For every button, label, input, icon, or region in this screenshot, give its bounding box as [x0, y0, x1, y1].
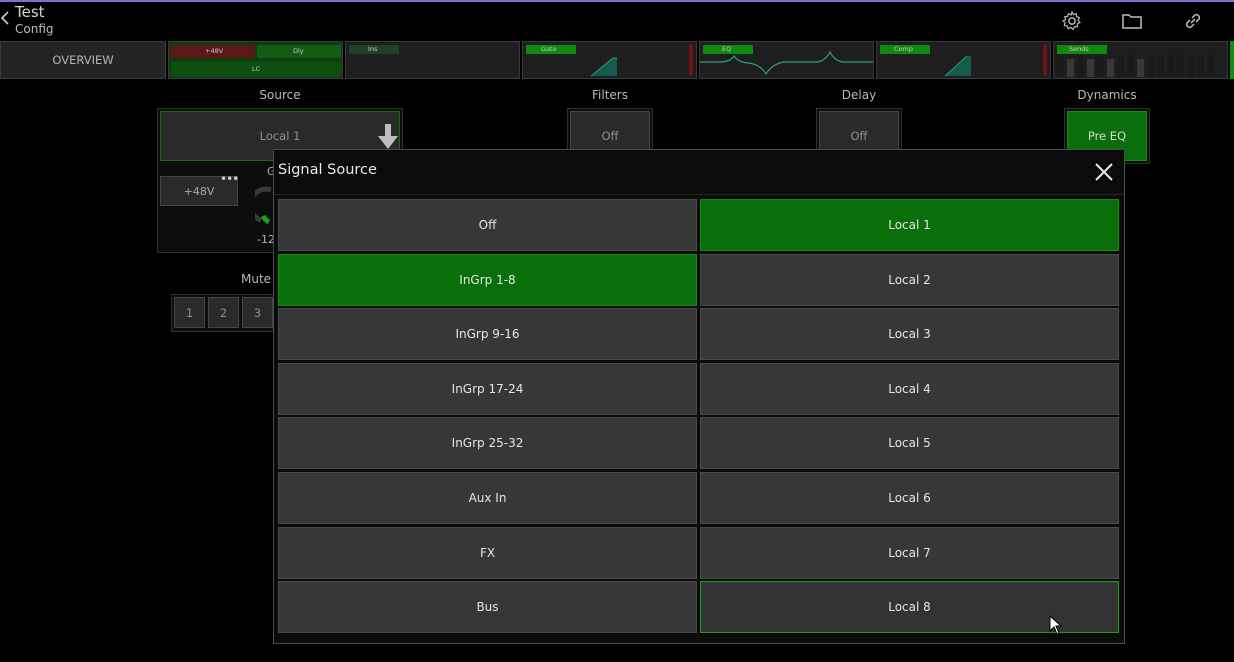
- option-label: Off: [478, 218, 497, 232]
- option-label: FX: [479, 546, 496, 560]
- source-option-ingrp-9-16[interactable]: InGrp 9-16: [278, 308, 697, 360]
- source-select-value: Local 1: [259, 129, 301, 143]
- source-option-off[interactable]: Off: [278, 199, 697, 251]
- signal-source-dialog: Signal Source Off InGrp 1-8 InGrp 9-16 I…: [273, 149, 1125, 644]
- comp-mini-label: Comp: [894, 45, 913, 53]
- gain-knob[interactable]: [255, 186, 275, 226]
- source-option-aux-in[interactable]: Aux In: [278, 472, 697, 524]
- filters-value: Off: [601, 129, 619, 143]
- down-arrow-icon: [378, 124, 398, 149]
- sends-mini-label: Sends: [1069, 45, 1089, 53]
- source-option-local-5[interactable]: Local 5: [700, 417, 1119, 469]
- gate-curve-graphic: [590, 57, 617, 77]
- mute-group-3[interactable]: 3: [242, 297, 273, 328]
- option-label: Local 7: [888, 546, 931, 560]
- dynamics-value: Pre EQ: [1087, 129, 1127, 143]
- overview-label: OVERVIEW: [52, 53, 114, 67]
- dialog-title: Signal Source: [278, 162, 377, 178]
- mute-group-2[interactable]: 2: [208, 297, 239, 328]
- option-label: Local 8: [888, 600, 931, 614]
- dialog-divider: [274, 194, 1124, 195]
- lowcut-mini-label: LC: [252, 65, 261, 73]
- source-option-local-6[interactable]: Local 6: [700, 472, 1119, 524]
- source-option-fx[interactable]: FX: [278, 527, 697, 579]
- source-option-local-3[interactable]: Local 3: [700, 308, 1119, 360]
- source-option-local-7[interactable]: Local 7: [700, 527, 1119, 579]
- window-top-accent: [0, 0, 1234, 2]
- source-option-ingrp-17-24[interactable]: InGrp 17-24: [278, 363, 697, 415]
- comp-meter: [1043, 45, 1047, 75]
- insert-block[interactable]: Ins: [345, 41, 520, 79]
- option-label: InGrp 9-16: [455, 327, 520, 341]
- gate-mini-label: Gate: [541, 45, 557, 53]
- link-icon[interactable]: [1181, 9, 1205, 33]
- eq-curve-graphic: [700, 50, 873, 76]
- mute-group-2-label: 2: [219, 305, 228, 320]
- back-chevron-icon[interactable]: [0, 10, 10, 26]
- eq-block[interactable]: EQ: [699, 41, 874, 79]
- mute-group-3-label: 3: [253, 305, 262, 320]
- settings-icon[interactable]: [1060, 9, 1084, 33]
- option-label: InGrp 1-8: [459, 273, 516, 287]
- folder-icon[interactable]: [1120, 9, 1144, 33]
- phantom-power-label: +48V: [183, 184, 215, 198]
- comp-curve-graphic: [944, 55, 971, 77]
- delay-mini-label: Dly: [293, 47, 304, 55]
- overview-tab[interactable]: OVERVIEW: [0, 41, 166, 79]
- option-label: Local 4: [888, 382, 931, 396]
- option-label: Local 6: [888, 491, 931, 505]
- sends-meters: [1057, 55, 1225, 77]
- filters-section-label: Filters: [592, 88, 628, 102]
- strip-edge-indicator: [1230, 41, 1234, 79]
- page-title: Test: [15, 3, 45, 21]
- option-label: Local 2: [888, 273, 931, 287]
- delay-value: Off: [850, 129, 868, 143]
- insert-mini-label: Ins: [368, 45, 378, 53]
- source-section-label: Source: [259, 88, 301, 102]
- source-option-local-2[interactable]: Local 2: [700, 254, 1119, 306]
- compressor-block[interactable]: Comp: [876, 41, 1051, 79]
- source-option-ingrp-25-32[interactable]: InGrp 25-32: [278, 417, 697, 469]
- option-label: Local 1: [888, 218, 931, 232]
- mute-group-1[interactable]: 1: [174, 297, 205, 328]
- dynamics-section-label: Dynamics: [1077, 88, 1137, 102]
- option-label: Local 3: [888, 327, 931, 341]
- option-label: Local 5: [888, 436, 931, 450]
- gate-block[interactable]: Gate: [522, 41, 697, 79]
- option-label: InGrp 25-32: [451, 436, 524, 450]
- option-label: Bus: [476, 600, 499, 614]
- gate-meter: [689, 45, 693, 75]
- source-option-ingrp-1-8[interactable]: InGrp 1-8: [278, 254, 697, 306]
- source-option-local-1[interactable]: Local 1: [700, 199, 1119, 251]
- close-icon[interactable]: [1093, 161, 1115, 183]
- more-options-icon[interactable]: •••: [220, 172, 239, 186]
- preamp-block[interactable]: +48V Dly LC: [168, 41, 343, 79]
- page-subtitle: Config: [15, 22, 54, 36]
- mute-group-1-label: 1: [185, 305, 194, 320]
- option-label: Aux In: [468, 491, 507, 505]
- source-option-local-4[interactable]: Local 4: [700, 363, 1119, 415]
- phantom-mini-label: +48V: [205, 47, 224, 55]
- mouse-pointer-icon: [1049, 615, 1063, 635]
- source-option-bus[interactable]: Bus: [278, 581, 697, 633]
- delay-section-label: Delay: [841, 88, 877, 102]
- option-label: InGrp 17-24: [451, 382, 524, 396]
- sends-block[interactable]: Sends: [1053, 41, 1228, 79]
